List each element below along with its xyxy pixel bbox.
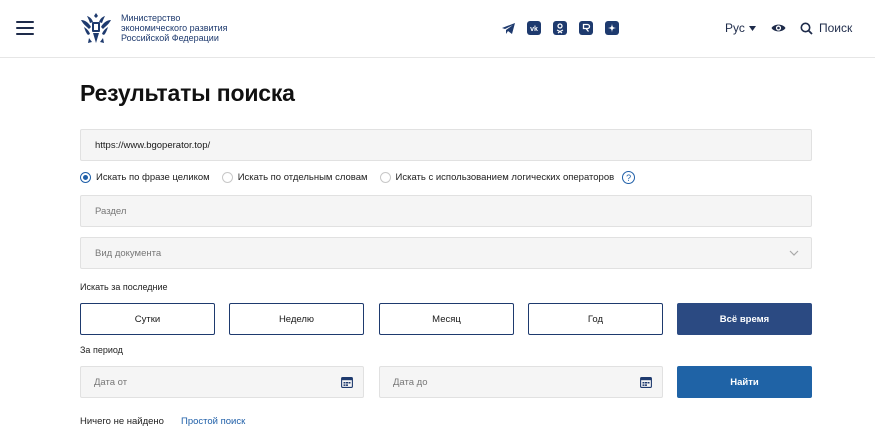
radio-whole-phrase-dot[interactable] [80, 172, 91, 183]
header-search-label: Поиск [819, 21, 853, 35]
period-year-button[interactable]: Год [528, 303, 663, 335]
date-range-label: За период [80, 345, 123, 355]
simple-search-link[interactable]: Простой поиск [181, 416, 245, 427]
help-icon[interactable]: ? [622, 171, 636, 184]
period-month-button[interactable]: Месяц [379, 303, 514, 335]
date-from-input[interactable]: Дата от [80, 366, 364, 398]
ministry-name-line-2: экономического развития [121, 23, 228, 33]
ministry-name[interactable]: Министерство экономического развития Рос… [121, 13, 261, 43]
radio-logical-operators-label: Искать с использованием логических опера… [395, 172, 615, 183]
ministry-name-line-3: Российской Федерации [121, 33, 219, 43]
date-to-input[interactable]: Дата до [379, 366, 663, 398]
date-to-placeholder: Дата до [393, 376, 428, 388]
period-week-button[interactable]: Неделю [229, 303, 364, 335]
dzen-icon[interactable] [604, 20, 620, 36]
rutube-icon[interactable] [578, 20, 594, 36]
radio-whole-phrase-label: Искать по фразе целиком [96, 172, 210, 183]
calendar-icon[interactable] [640, 376, 652, 388]
eye-icon[interactable] [771, 22, 786, 34]
search-icon [800, 22, 813, 35]
telegram-icon[interactable] [500, 20, 516, 36]
empty-results-text: Ничего не найдено [80, 416, 164, 427]
site-header: Министерство экономического развития Рос… [0, 0, 875, 58]
date-from-placeholder: Дата от [94, 376, 128, 388]
ministry-name-line-1: Министерство [121, 13, 181, 23]
header-search-button[interactable]: Поиск [800, 21, 852, 35]
doc-type-placeholder: Вид документа [95, 247, 162, 259]
calendar-icon[interactable] [341, 376, 353, 388]
social-links: vk [500, 20, 620, 36]
radio-whole-phrase[interactable]: Искать по фразе целиком [80, 172, 210, 183]
svg-text:vk: vk [530, 26, 538, 33]
section-field[interactable]: Раздел [80, 195, 812, 227]
radio-separate-words-label: Искать по отдельным словам [237, 172, 368, 183]
doc-type-select[interactable]: Вид документа [80, 237, 812, 269]
radio-logical-operators[interactable]: Искать с использованием логических опера… [379, 172, 615, 183]
chevron-down-icon [789, 250, 799, 256]
caret-down-icon [748, 25, 756, 31]
odnoklassniki-icon[interactable] [552, 20, 568, 36]
period-day-button[interactable]: Сутки [80, 303, 215, 335]
last-period-label: Искать за последние [80, 282, 168, 292]
period-all-time-button[interactable]: Всё время [677, 303, 812, 335]
find-button[interactable]: Найти [677, 366, 812, 398]
radio-separate-words[interactable]: Искать по отдельным словам [221, 172, 368, 183]
menu-icon[interactable] [16, 21, 34, 35]
radio-separate-words-dot[interactable] [221, 172, 233, 183]
search-mode-group: Искать по фразе целиком Искать по отдель… [80, 171, 636, 184]
vk-icon[interactable]: vk [526, 20, 542, 36]
language-select[interactable]: Рус [725, 21, 756, 35]
radio-logical-operators-dot[interactable] [379, 172, 391, 183]
language-label: Рус [725, 21, 745, 35]
page-title: Результаты поиска [80, 80, 295, 106]
coat-of-arms-icon[interactable] [79, 10, 113, 46]
search-query-input[interactable]: https://www.bgoperator.top/ [80, 129, 812, 161]
